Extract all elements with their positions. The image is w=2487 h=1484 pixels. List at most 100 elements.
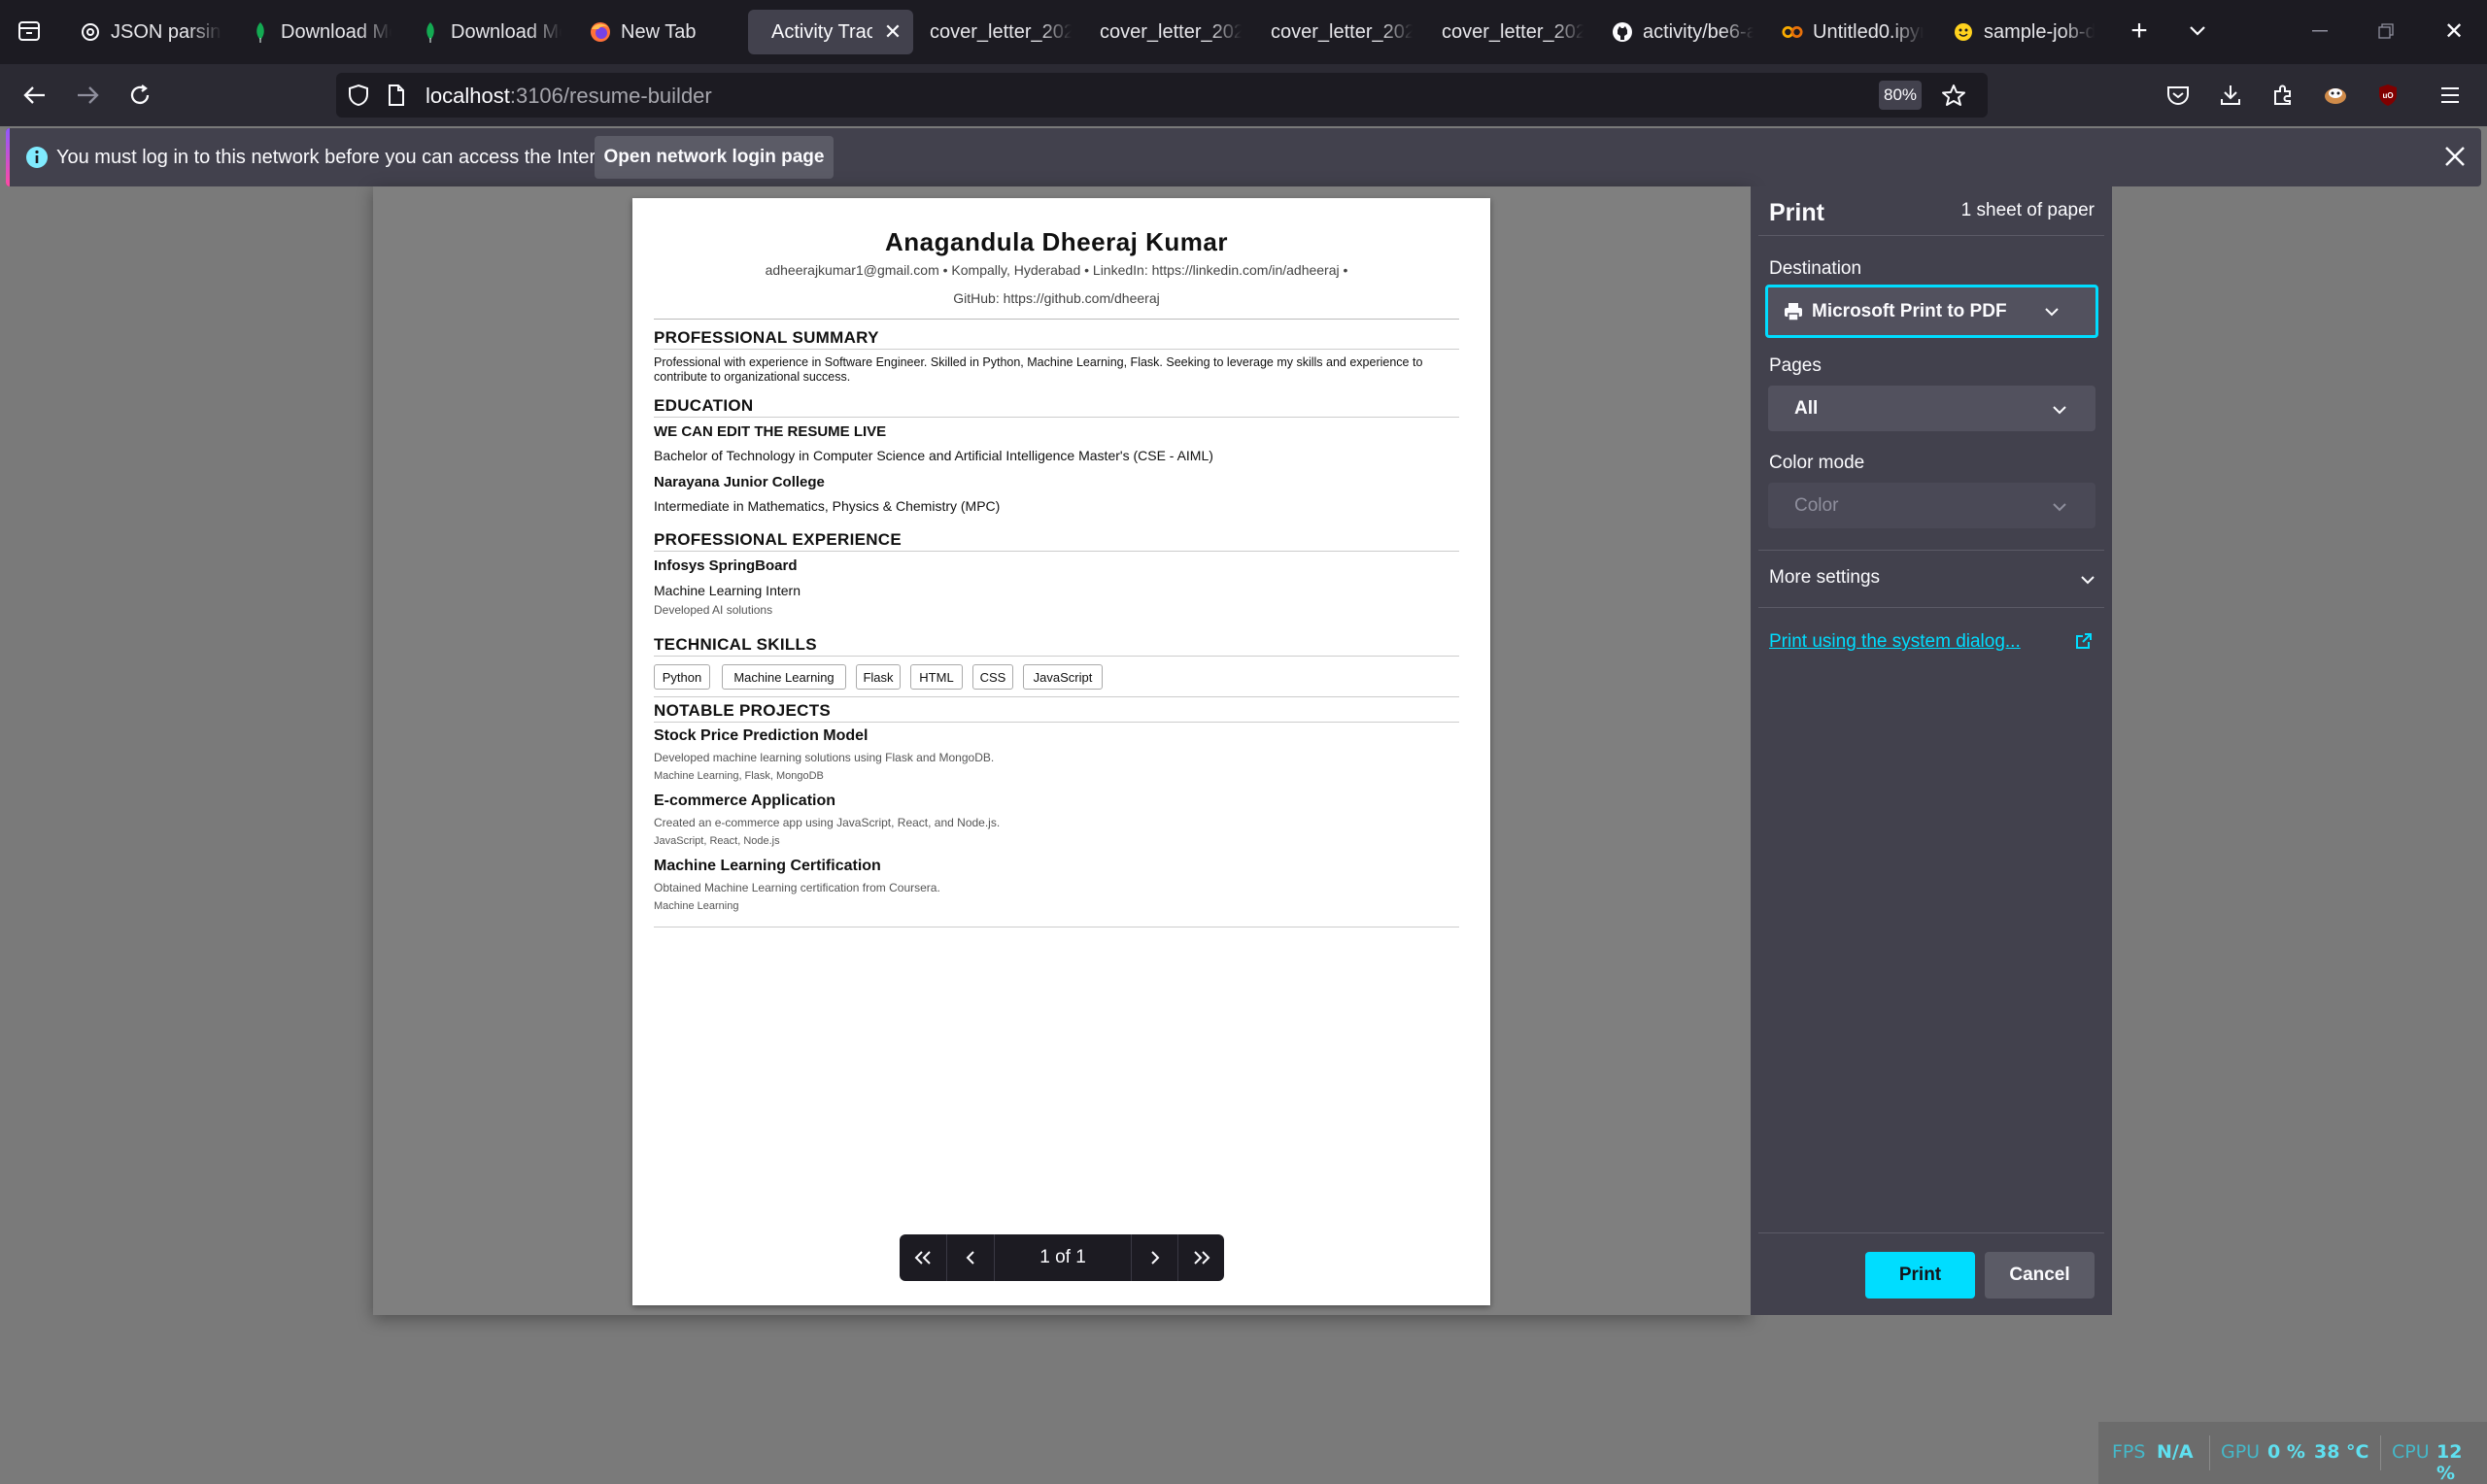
page-icon[interactable]	[387, 84, 406, 112]
divider	[654, 696, 1459, 697]
previous-page-icon[interactable]	[947, 1234, 994, 1281]
tab-title: cover_letter_2025	[1100, 20, 1242, 43]
external-link-icon[interactable]	[2075, 632, 2093, 655]
education-school: Narayana Junior College	[654, 474, 825, 490]
tab-cover-letter-2[interactable]: cover_letter_2025	[1088, 10, 1242, 54]
tab-title: Activity Tracker	[771, 20, 872, 43]
color-mode-select[interactable]: Color	[1768, 483, 2095, 528]
ublock-origin-icon[interactable]: uO	[2370, 78, 2405, 113]
summary-text: Professional with experience in Software…	[654, 355, 1423, 384]
fps-value: N/A	[2157, 1441, 2194, 1463]
tab-title: Untitled0.ipyn	[1813, 20, 1924, 43]
skill-tag: Flask	[856, 664, 901, 690]
print-button[interactable]: Print	[1865, 1252, 1975, 1298]
chevron-down-icon	[2053, 499, 2066, 517]
section-heading-projects: NOTABLE PROJECTS	[654, 701, 1459, 723]
experience-description: Developed AI solutions	[654, 603, 773, 617]
extensions-puzzle-icon[interactable]	[2266, 78, 2300, 113]
tab-cover-letter-4[interactable]: cover_letter_2025	[1430, 10, 1584, 54]
tab-activity-tracker[interactable]: Activity Tracker ✕	[748, 10, 913, 54]
github-icon	[1612, 21, 1633, 43]
section-heading-skills: TECHNICAL SKILLS	[654, 635, 1459, 657]
tab-colab-untitled[interactable]: Untitled0.ipyn	[1770, 10, 1924, 54]
resume-name: Anagandula Dheeraj Kumar	[885, 227, 1228, 256]
project-description: Created an e-commerce app using JavaScri…	[654, 816, 1001, 829]
project-title: Machine Learning Certification	[654, 858, 881, 874]
close-tab-icon[interactable]: ✕	[882, 19, 903, 45]
downloads-icon[interactable]	[2213, 78, 2248, 113]
last-page-icon[interactable]	[1178, 1234, 1224, 1281]
huggingface-icon	[1953, 21, 1974, 43]
zoom-level-badge[interactable]: 80%	[1879, 81, 1922, 110]
section-heading-education: EDUCATION	[654, 396, 1459, 418]
project-tech: JavaScript, React, Node.js	[654, 835, 780, 847]
tab-download-mongodb-1[interactable]: Download Mo	[238, 10, 392, 54]
tab-download-mongodb-2[interactable]: Download Mo	[408, 10, 562, 54]
skill-tag: JavaScript	[1023, 664, 1103, 690]
minimize-window-icon[interactable]	[2300, 16, 2339, 47]
url-path: :3106/resume-builder	[509, 84, 712, 108]
pages-select[interactable]: All	[1768, 386, 2095, 431]
reload-icon[interactable]	[122, 78, 157, 113]
tab-cover-letter-1[interactable]: cover_letter_2025	[918, 10, 1072, 54]
gpu-temperature: 38 °C	[2314, 1441, 2369, 1463]
divider	[654, 927, 1459, 928]
cpu-value: 12 %	[2436, 1441, 2463, 1484]
colab-icon	[1782, 21, 1803, 43]
list-all-tabs-chevron-icon[interactable]	[2182, 16, 2213, 47]
tracking-protection-shield-icon[interactable]	[348, 84, 369, 112]
project-description: Obtained Machine Learning certification …	[654, 881, 940, 894]
new-tab-plus-icon[interactable]: +	[2124, 15, 2155, 47]
hamburger-menu-icon[interactable]	[2433, 78, 2468, 113]
url-bar[interactable]: localhost:3106/resume-builder 80%	[336, 73, 1988, 118]
restore-window-icon[interactable]	[2367, 16, 2405, 47]
destination-select[interactable]: Microsoft Print to PDF	[1765, 285, 2098, 338]
divider	[1758, 235, 2104, 236]
info-icon	[25, 146, 49, 174]
url-text[interactable]: localhost:3106/resume-builder	[426, 84, 712, 109]
divider	[1758, 607, 2104, 608]
print-title: Print	[1769, 199, 1824, 226]
system-dialog-link[interactable]: Print using the system dialog...	[1769, 631, 2021, 653]
forward-arrow-icon[interactable]	[70, 78, 105, 113]
open-network-login-button[interactable]: Open network login page	[595, 136, 834, 179]
firefox-view-icon[interactable]	[14, 16, 45, 47]
resume-contact-github: GitHub: https://github.com/dheeraj	[953, 290, 1160, 306]
openai-icon	[80, 21, 101, 43]
skill-tag: Machine Learning	[722, 664, 846, 690]
color-mode-label: Color mode	[1769, 453, 1865, 473]
tab-title: Download Mo	[281, 20, 392, 43]
color-mode-value: Color	[1794, 495, 1839, 516]
tab-sample-job[interactable]: sample-job-d	[1941, 10, 2095, 54]
tab-json-parsing[interactable]: JSON parsing	[68, 10, 221, 54]
performance-overlay: FPS N/A GPU 0 % 38 °C CPU 12 %	[2098, 1422, 2487, 1484]
firefox-icon	[590, 21, 611, 43]
back-arrow-icon[interactable]	[17, 78, 52, 113]
education-degree: Bachelor of Technology in Computer Scien…	[654, 448, 1213, 463]
mongodb-icon	[420, 21, 441, 43]
divider	[2380, 1435, 2381, 1470]
chevron-down-icon	[2081, 572, 2095, 590]
close-notification-icon[interactable]	[2442, 144, 2468, 174]
destination-value: Microsoft Print to PDF	[1812, 301, 2007, 321]
captive-portal-notification: You must log in to this network before y…	[6, 128, 2481, 186]
cpu-label: CPU	[2392, 1441, 2430, 1463]
first-page-icon[interactable]	[900, 1234, 946, 1281]
tab-new-tab[interactable]: New Tab	[578, 10, 732, 54]
page-indicator[interactable]: 1 of 1	[995, 1234, 1131, 1281]
close-window-icon[interactable]: ✕	[2435, 16, 2473, 47]
tab-github-activity[interactable]: activity/be6-a	[1600, 10, 1754, 54]
bookmark-star-icon[interactable]	[1941, 84, 1966, 112]
tab-title: cover_letter_2025	[1271, 20, 1413, 43]
tab-cover-letter-3[interactable]: cover_letter_2025	[1259, 10, 1413, 54]
pocket-icon[interactable]	[2161, 78, 2196, 113]
section-heading-summary: PROFESSIONAL SUMMARY	[654, 328, 1459, 350]
next-page-icon[interactable]	[1132, 1234, 1177, 1281]
project-title: E-commerce Application	[654, 793, 836, 809]
extension-avatar-icon[interactable]	[2318, 78, 2353, 113]
cancel-button[interactable]: Cancel	[1985, 1252, 2095, 1298]
tab-title: cover_letter_2025	[1442, 20, 1584, 43]
fps-label: FPS	[2112, 1441, 2146, 1463]
url-host: localhost	[426, 84, 510, 108]
more-settings-toggle[interactable]: More settings	[1758, 561, 2104, 596]
